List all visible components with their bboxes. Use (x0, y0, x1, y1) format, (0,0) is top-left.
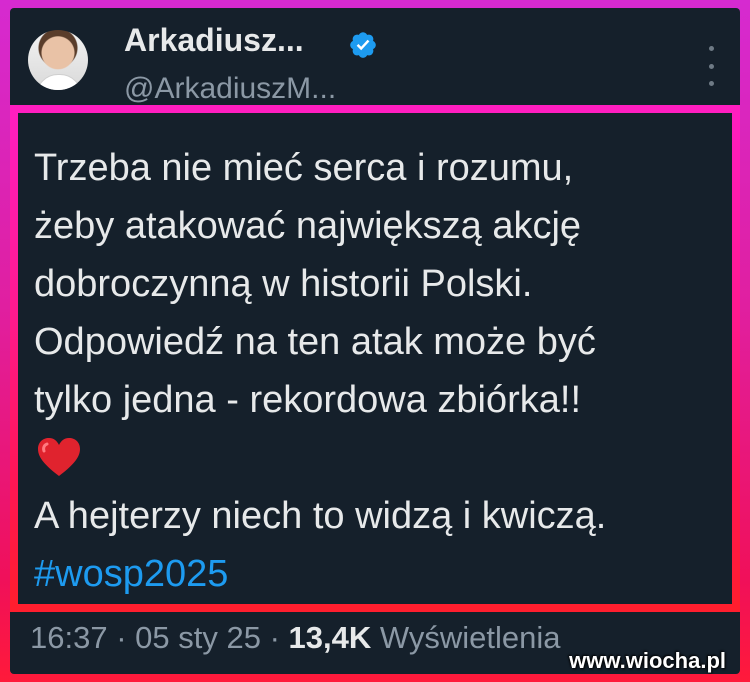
meta-separator: · (269, 620, 280, 655)
tweet-text-line: Trzeba nie mieć serca i rozumu, (34, 147, 574, 189)
heart-emoji (34, 429, 86, 487)
more-vertical-icon[interactable] (700, 46, 722, 86)
more-dot (708, 81, 714, 86)
tweet-text: Trzeba nie mieć serca i rozumu, żeby ata… (34, 139, 734, 603)
views-label[interactable]: Wyświetlenia (380, 620, 561, 655)
tweet-text-line: żeby atakować największą akcję (34, 205, 582, 247)
hashtag-link[interactable]: #wosp2025 (34, 545, 734, 603)
more-dot (708, 46, 714, 51)
tweet-card: Arkadiusz... @ArkadiuszM... Trzeba nie m… (10, 8, 740, 674)
tweet-text-line: A hejterzy niech to widzą i kwiczą. (34, 495, 607, 537)
views-count: 13,4K (288, 620, 372, 655)
author-name[interactable]: Arkadiusz... (124, 22, 304, 59)
site-watermark: www.wiocha.pl (569, 648, 726, 673)
avatar-shirt (36, 74, 82, 90)
tweet-text-line: tylko jedna - rekordowa zbiórka!! (34, 379, 582, 421)
tweet-text-highlight-frame: Trzeba nie mieć serca i rozumu, żeby ata… (10, 105, 740, 612)
author-handle[interactable]: @ArkadiuszM... (124, 72, 336, 106)
avatar[interactable] (28, 30, 88, 90)
tweet-text-line: dobroczynną w historii Polski. (34, 263, 533, 305)
verified-badge-icon (350, 32, 376, 58)
tweet-date[interactable]: 05 sty 25 (135, 620, 261, 655)
tweet-text-line: Odpowiedź na ten atak może być (34, 321, 596, 363)
more-dot (708, 63, 714, 69)
tweet-time[interactable]: 16:37 (30, 620, 108, 655)
tweet-meta: 16:37 · 05 sty 25 · 13,4K Wyświetlenia (30, 620, 561, 656)
meta-separator: · (116, 620, 127, 655)
